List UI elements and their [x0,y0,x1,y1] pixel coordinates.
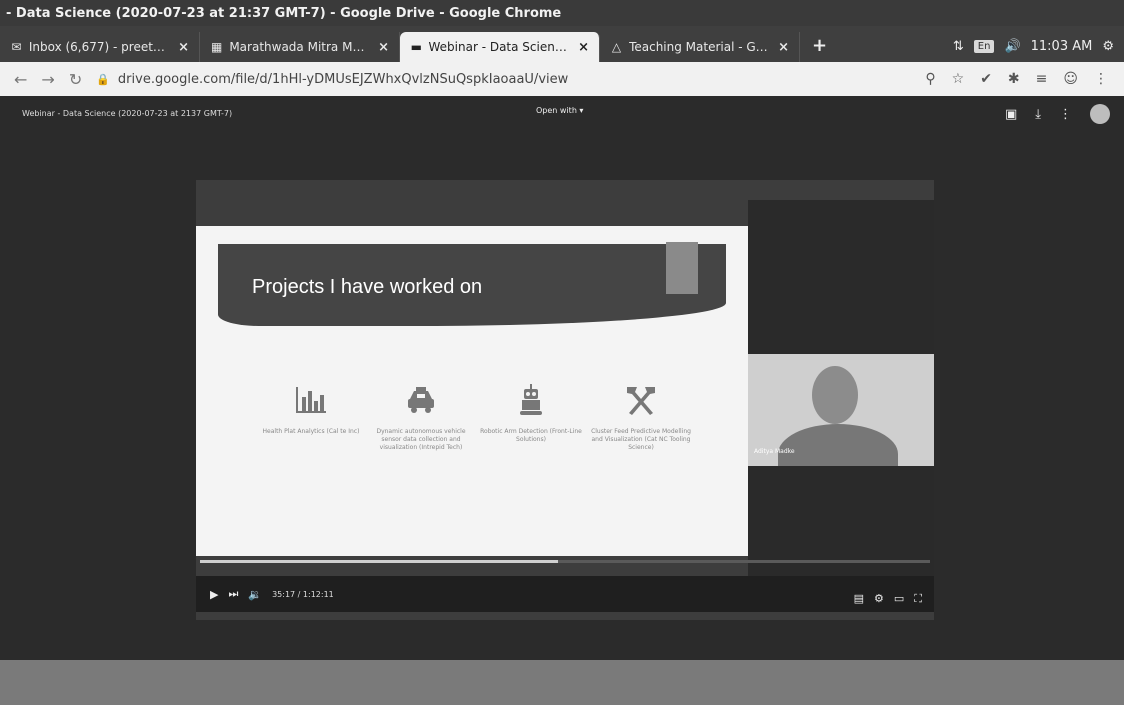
reload-icon[interactable]: ↻ [69,70,82,89]
presentation-slide: Projects I have worked on Health Plat An… [196,226,748,556]
tab-marathwada[interactable]: ▦ Marathwada Mitra Mand × [200,32,400,62]
project-item: Dynamic autonomous vehicle sensor data c… [366,376,476,452]
title-bar: - Data Science (2020-07-23 at 21:37 GMT-… [0,0,1124,26]
video-progress-bar[interactable] [200,560,930,563]
slide-title: Projects I have worked on [252,276,483,298]
project-label: Health Plat Analytics (Cal te Inc) [262,428,360,435]
skip-next-icon[interactable]: ⏭ [228,587,238,601]
forward-arrow-icon[interactable]: → [41,70,54,89]
url-text[interactable]: drive.google.com/file/d/1hHl-yDMUsEJZWhx… [118,72,568,87]
fullscreen-icon[interactable]: ⛶ [914,592,922,606]
video-file-icon: ▬ [410,40,422,54]
close-icon[interactable]: × [178,40,189,55]
participant-body [778,424,898,466]
system-tray: ⇅ En 🔊 11:03 AM ⚙ [953,39,1124,62]
miniplayer-icon[interactable]: ▭ [894,592,904,606]
player-controls-right: ▤ ⚙ ▭ ⛶ [854,592,922,606]
volume-icon[interactable]: 🔊 [1004,39,1020,54]
video-background-dark [748,200,934,354]
participant-head [812,366,858,424]
window-title: - Data Science (2020-07-23 at 21:37 GMT-… [6,5,562,21]
extensions-puzzle-icon[interactable]: ✱ [1008,71,1020,87]
volume-icon[interactable]: 🔉 [248,588,262,601]
slide-accent [666,242,698,294]
clock[interactable]: 11:03 AM [1031,39,1093,54]
participant-webcam: Aditya Madke [748,354,934,466]
lock-icon: 🔒 [96,72,110,86]
robot-icon [476,376,586,424]
tab-label: Teaching Material - Goog [629,40,769,54]
video-progress-fill [200,560,558,563]
new-tab-button[interactable]: + [800,35,839,62]
browser-toolbar: ← → ↻ 🔒 drive.google.com/file/d/1hHl-yDM… [0,62,1124,96]
toolbar-actions: ⚲ ☆ ✔ ✱ ≡ ☺ ⋮ [925,71,1124,87]
tab-label: Inbox (6,677) - preetijosh [28,40,169,54]
project-item: Health Plat Analytics (Cal te Inc) [256,376,366,436]
tab-teaching-material[interactable]: △ Teaching Material - Goog × [600,32,800,62]
tools-icon [586,376,696,424]
menu-dots-icon[interactable]: ⋮ [1094,71,1108,87]
network-icon[interactable]: ⇅ [953,39,964,54]
tab-label: Webinar - Data Science (2 [428,40,569,54]
settings-gear-icon[interactable]: ⚙ [1102,39,1114,54]
viewer-header: Webinar - Data Science (2020-07-23 at 21… [0,96,1124,130]
keyboard-language[interactable]: En [973,40,995,53]
project-item: Cluster Feed Predictive Modelling and Vi… [586,376,696,452]
close-icon[interactable]: × [778,40,789,55]
open-with-button[interactable]: Open with ▾ [536,106,583,115]
project-item: Robotic Arm Detection (Front-Line Soluti… [476,376,586,444]
browser-window: - Data Science (2020-07-23 at 21:37 GMT-… [0,0,1124,660]
participant-name: Aditya Madke [754,448,795,455]
close-icon[interactable]: × [378,40,389,55]
video-player[interactable]: Projects I have worked on Health Plat An… [196,180,934,620]
calendar-icon: ▦ [210,40,223,54]
address-bar[interactable]: 🔒 drive.google.com/file/d/1hHl-yDMUsEJZW… [96,72,911,87]
tab-strip: ✉ Inbox (6,677) - preetijosh × ▦ Marathw… [0,26,1124,62]
playback-time: 35:17 / 1:12:11 [272,589,334,599]
player-controls: ▶ ⏭ 🔉 35:17 / 1:12:11 ▤ ⚙ ▭ ⛶ [196,576,934,612]
desk-surface [0,660,1124,705]
mail-icon: ✉ [11,40,22,54]
back-arrow-icon[interactable]: ← [14,70,27,89]
extension-check-icon[interactable]: ✔ [980,71,992,87]
settings-gear-icon[interactable]: ⚙ [874,592,884,606]
reading-list-icon[interactable]: ≡ [1036,71,1048,87]
drive-video-viewer: Webinar - Data Science (2020-07-23 at 21… [0,96,1124,660]
project-label: Dynamic autonomous vehicle sensor data c… [376,428,466,451]
tab-webinar[interactable]: ▬ Webinar - Data Science (2 × [400,32,600,62]
project-label: Cluster Feed Predictive Modelling and Vi… [591,428,691,451]
tab-label: Marathwada Mitra Mand [229,40,369,54]
file-title: Webinar - Data Science (2020-07-23 at 21… [22,108,233,118]
drive-icon: △ [611,40,622,54]
add-comment-icon[interactable]: ▣ [1005,107,1017,122]
viewer-actions: ▣ ⤓ ⋮ [1005,104,1110,124]
bar-chart-icon [256,376,366,424]
tab-inbox[interactable]: ✉ Inbox (6,677) - preetijosh × [0,32,200,62]
download-icon[interactable]: ⤓ [1035,107,1041,122]
bookmark-star-icon[interactable]: ☆ [952,71,965,87]
profile-icon[interactable]: ☺ [1063,71,1078,87]
more-options-icon[interactable]: ⋮ [1059,107,1072,122]
zoom-icon[interactable]: ⚲ [925,71,935,87]
close-icon[interactable]: × [578,40,589,55]
play-icon[interactable]: ▶ [210,588,218,601]
project-list: Health Plat Analytics (Cal te Inc) Dynam… [256,376,696,496]
open-with-label: Open with [536,106,577,115]
taxi-icon [366,376,476,424]
project-label: Robotic Arm Detection (Front-Line Soluti… [480,428,582,443]
captions-icon[interactable]: ▤ [854,592,864,606]
avatar[interactable] [1090,104,1110,124]
